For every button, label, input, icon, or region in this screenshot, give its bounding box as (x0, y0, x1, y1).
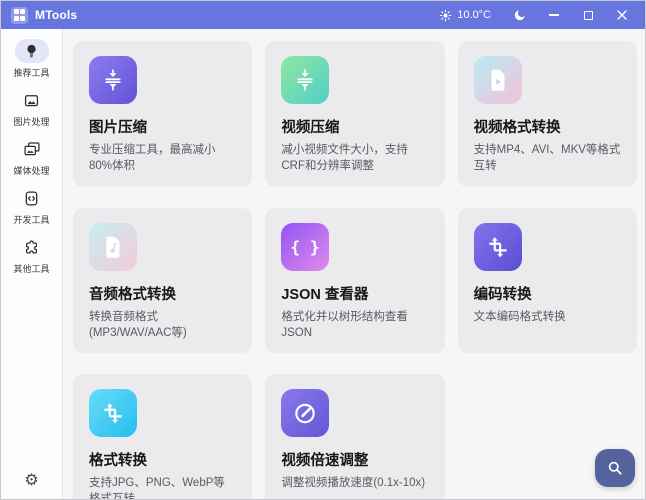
app-window: MTools 10.0°C (0, 0, 646, 500)
sidebar-item-label: 图片处理 (13, 115, 49, 128)
tool-description: 转换音频格式(MP3/WAV/AAC等) (89, 310, 236, 342)
sidebar: 推荐工具 图片处理 (1, 29, 63, 499)
crop-arrows-icon (89, 389, 137, 437)
sidebar-item-recommended[interactable]: 推荐工具 (1, 39, 62, 79)
minimize-button[interactable] (539, 3, 569, 27)
tool-card-video-compression[interactable]: 视频压缩 减小视频文件大小，支持CRF和分辨率调整 (265, 41, 444, 187)
svg-text:{ }: { } (291, 237, 320, 256)
main-content: 图片压缩 专业压缩工具，最高减小80%体积 (63, 29, 645, 499)
lightbulb-icon (15, 39, 49, 63)
weather-widget: 10.0°C (438, 8, 491, 23)
tool-title: 格式转换 (89, 449, 236, 470)
tool-card-video-speed[interactable]: 视频倍速调整 调整视频播放速度(0.1x-10x) (265, 374, 444, 499)
settings-button[interactable]: ⚙ (24, 473, 38, 489)
temperature-label: 10.0°C (457, 9, 491, 21)
tool-description: 专业压缩工具，最高减小80%体积 (89, 143, 236, 175)
moon-icon (513, 8, 527, 22)
tool-description: 支持MP4、AVI、MKV等格式互转 (474, 143, 621, 175)
app-title: MTools (35, 8, 77, 22)
tool-title: 图片压缩 (89, 116, 236, 137)
media-icon (15, 137, 49, 161)
gear-icon: ⚙ (24, 472, 38, 489)
puzzle-icon (15, 235, 49, 259)
video-file-icon (474, 56, 522, 104)
tool-card-json-viewer[interactable]: { } JSON 查看器 格式化并以树形结构查看 JSON (265, 208, 444, 354)
audio-file-icon (89, 223, 137, 271)
image-icon (15, 88, 49, 112)
sidebar-item-label: 其他工具 (13, 262, 49, 275)
maximize-button[interactable] (573, 3, 603, 27)
tool-title: 视频压缩 (281, 116, 428, 137)
sidebar-item-label: 媒体处理 (13, 164, 49, 177)
tool-card-audio-format-conversion[interactable]: 音频格式转换 转换音频格式(MP3/WAV/AAC等) (73, 208, 252, 354)
sidebar-item-label: 开发工具 (13, 213, 49, 226)
sidebar-item-media-processing[interactable]: 媒体处理 (1, 137, 62, 177)
theme-toggle-button[interactable] (505, 3, 535, 27)
app-logo-icon (11, 7, 28, 24)
tool-description: 格式化并以树形结构查看 JSON (281, 310, 428, 342)
tool-title: JSON 查看器 (281, 283, 428, 304)
tool-title: 编码转换 (474, 283, 621, 304)
tool-title: 视频格式转换 (474, 116, 621, 137)
close-icon (616, 9, 628, 21)
sidebar-item-label: 推荐工具 (13, 66, 49, 79)
tool-description: 支持JPG、PNG、WebP等格式互转 (89, 476, 236, 499)
dev-tools-icon (15, 186, 49, 210)
titlebar: MTools 10.0°C (1, 1, 645, 29)
search-icon (605, 458, 625, 478)
sidebar-item-dev-tools[interactable]: 开发工具 (1, 186, 62, 226)
crop-arrows-icon (474, 223, 522, 271)
search-button[interactable] (595, 449, 635, 487)
compress-icon (89, 56, 137, 104)
tool-card-image-compression[interactable]: 图片压缩 专业压缩工具，最高减小80%体积 (73, 41, 252, 187)
tool-card-video-format-conversion[interactable]: 视频格式转换 支持MP4、AVI、MKV等格式互转 (458, 41, 637, 187)
minimize-icon (549, 14, 559, 16)
compress-icon (281, 56, 329, 104)
sidebar-item-image-processing[interactable]: 图片处理 (1, 88, 62, 128)
tool-card-format-conversion[interactable]: 格式转换 支持JPG、PNG、WebP等格式互转 (73, 374, 252, 499)
tool-grid: 图片压缩 专业压缩工具，最高减小80%体积 (73, 41, 637, 499)
maximize-icon (584, 11, 593, 20)
tool-title: 音频格式转换 (89, 283, 236, 304)
close-button[interactable] (607, 3, 637, 27)
speedometer-icon (281, 389, 329, 437)
sidebar-item-other-tools[interactable]: 其他工具 (1, 235, 62, 275)
braces-icon: { } (281, 223, 329, 271)
tool-description: 调整视频播放速度(0.1x-10x) (281, 476, 428, 492)
tool-description: 减小视频文件大小，支持CRF和分辨率调整 (281, 143, 428, 175)
tool-description: 文本编码格式转换 (474, 310, 621, 326)
sun-icon (438, 8, 453, 23)
tool-title: 视频倍速调整 (281, 449, 428, 470)
tool-card-encoding-conversion[interactable]: 编码转换 文本编码格式转换 (458, 208, 637, 354)
